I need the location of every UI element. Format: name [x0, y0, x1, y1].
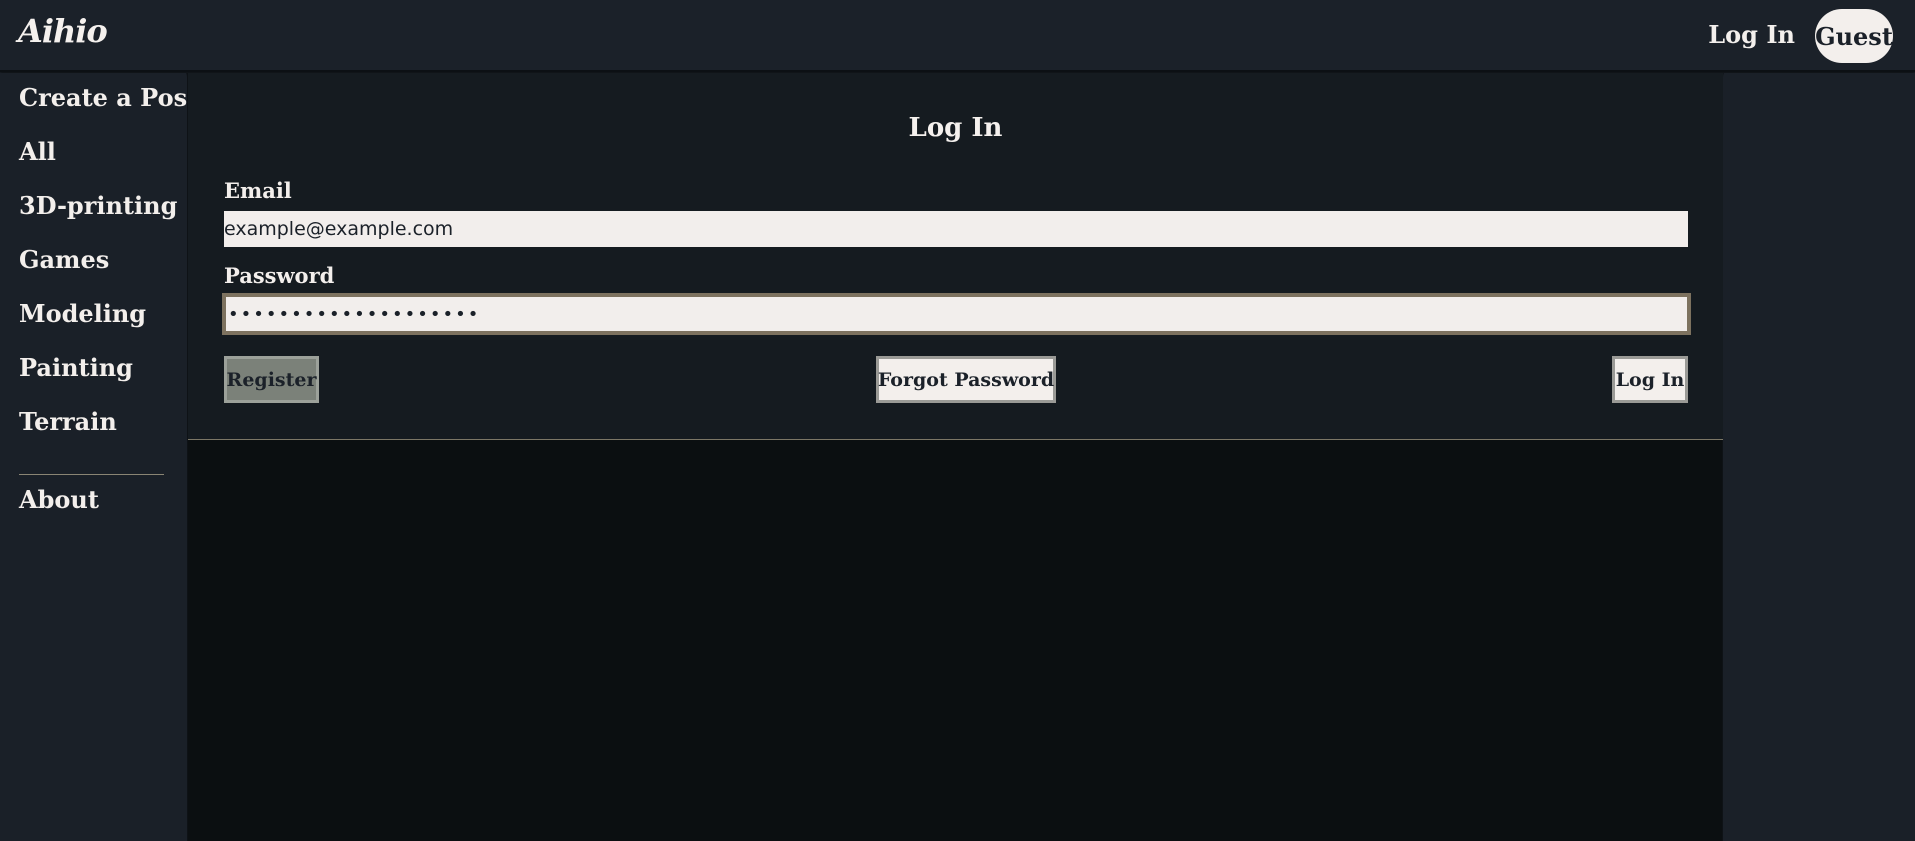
sidebar-item-terrain[interactable]: Terrain — [19, 407, 117, 436]
sidebar-item-modeling[interactable]: Modeling — [19, 299, 146, 328]
login-panel: Log In Email Password ••••••••••••••••••… — [188, 73, 1723, 440]
sidebar-item-games[interactable]: Games — [19, 245, 109, 274]
header-login-link[interactable]: Log In — [1708, 20, 1795, 49]
sidebar-divider — [19, 474, 164, 475]
sidebar: Create a Post All 3D-printing Games Mode… — [0, 73, 198, 841]
sidebar-item-3d-printing[interactable]: 3D-printing — [19, 191, 177, 220]
sidebar-item-create-post[interactable]: Create a Post — [19, 83, 198, 112]
register-button[interactable]: Register — [224, 356, 319, 403]
site-logo[interactable]: Aihio — [18, 12, 108, 50]
login-submit-button[interactable]: Log In — [1612, 356, 1688, 403]
email-field[interactable] — [224, 211, 1688, 247]
forgot-password-button[interactable]: Forgot Password — [876, 356, 1056, 403]
password-field[interactable]: •••••••••••••••••••• — [222, 293, 1691, 335]
password-label: Password — [224, 263, 335, 288]
sidebar-item-painting[interactable]: Painting — [19, 353, 133, 382]
right-sidebar — [1724, 73, 1915, 841]
sidebar-item-all[interactable]: All — [19, 137, 56, 166]
user-menu-button[interactable]: Guest — [1815, 9, 1893, 63]
main-content: Log In Email Password ••••••••••••••••••… — [187, 73, 1723, 841]
top-navigation-bar: Aihio Log In Guest — [0, 0, 1915, 72]
password-masked-value: •••••••••••••••••••• — [228, 303, 481, 325]
page-title: Log In — [908, 113, 1003, 143]
sidebar-item-about[interactable]: About — [19, 485, 99, 514]
email-label: Email — [224, 178, 292, 203]
